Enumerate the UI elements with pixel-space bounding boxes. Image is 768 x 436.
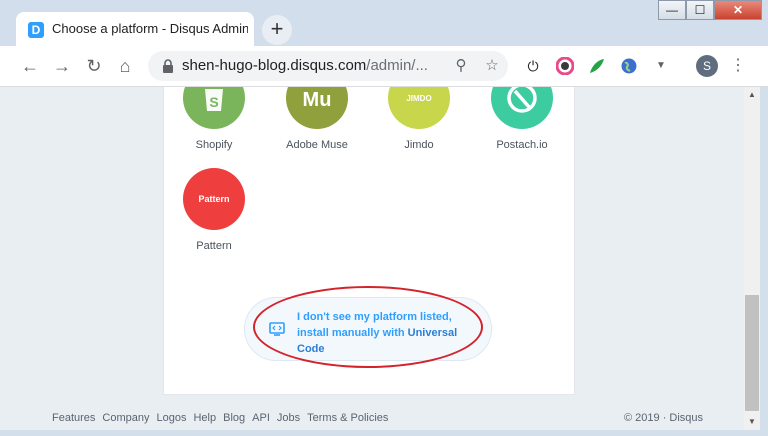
footer-link-help[interactable]: Help (193, 412, 216, 424)
leaf-extension-icon[interactable] (588, 57, 606, 75)
platform-shopify[interactable]: S Shopify (169, 87, 259, 151)
tab-title: Choose a platform - Disqus Admin (52, 21, 248, 36)
url-text: shen-hugo-blog.disqus.com/admin/... (182, 57, 444, 74)
address-bar[interactable]: shen-hugo-blog.disqus.com/admin/... ⚲ ☆ (148, 51, 508, 81)
extensions-dropdown-icon[interactable]: ▼ (652, 57, 670, 75)
close-window-button[interactable]: ✕ (714, 0, 762, 20)
tab-active[interactable]: D Choose a platform - Disqus Admin (16, 12, 254, 46)
browser-window: D Choose a platform - Disqus Admin + — ☐… (0, 0, 768, 436)
svg-text:Pattern: Pattern (198, 194, 229, 204)
window-frame-bottom (0, 430, 768, 436)
globe-extension-icon[interactable] (620, 57, 638, 75)
lock-icon (163, 59, 173, 73)
power-extension-icon[interactable]: ⏻ (524, 57, 542, 75)
platform-label: Adobe Muse (286, 139, 348, 151)
minimize-button[interactable]: — (658, 0, 686, 20)
footer-links: Features Company Logos Help Blog API Jobs Terms… (52, 412, 395, 424)
scrollbar-thumb[interactable] (745, 295, 759, 411)
footer-link-logos[interactable]: Logos (157, 412, 187, 424)
scroll-up-arrow-icon[interactable]: ▲ (744, 87, 760, 103)
footer-link-blog[interactable]: Blog (223, 412, 245, 424)
footer-copyright: © 2019 · Disqus (624, 412, 704, 424)
profile-avatar[interactable]: S (696, 55, 718, 77)
reload-icon[interactable]: ↻ (82, 54, 106, 78)
svg-text:Mu: Mu (303, 89, 332, 111)
adobe-muse-logo-icon: Mu (286, 87, 348, 129)
url-path: /admin/... (366, 57, 428, 74)
maximize-button[interactable]: ☐ (686, 0, 714, 20)
back-arrow-icon[interactable]: ← (18, 54, 42, 78)
home-icon[interactable]: ⌂ (113, 54, 137, 78)
window-frame-right (760, 87, 768, 436)
footer-link-features[interactable]: Features (52, 412, 95, 424)
url-host: shen-hugo-blog.disqus.com (182, 57, 367, 74)
svg-text:JIMDO: JIMDO (406, 94, 431, 103)
disqus-favicon-icon: D (28, 22, 44, 38)
scroll-down-arrow-icon[interactable]: ▼ (744, 414, 760, 430)
vertical-scrollbar[interactable]: ▲ ▼ (744, 87, 760, 430)
pattern-logo-icon: Pattern (183, 168, 245, 230)
tab-strip: D Choose a platform - Disqus Admin + — ☐… (0, 0, 768, 47)
color-extension-icon[interactable] (555, 56, 575, 76)
forward-arrow-icon[interactable]: → (50, 54, 74, 78)
jimdo-logo-icon: JIMDO (388, 87, 450, 129)
footer-link-terms[interactable]: Terms & Policies (307, 412, 388, 424)
red-annotation-ellipse (253, 286, 483, 368)
platform-pattern[interactable]: Pattern Pattern (169, 168, 259, 252)
footer-link-company[interactable]: Company (102, 412, 149, 424)
shopify-logo-icon: S (183, 87, 245, 129)
new-tab-button[interactable]: + (262, 15, 292, 45)
platform-jimdo[interactable]: JIMDO Jimdo (374, 87, 464, 151)
bookmark-star-icon[interactable]: ☆ (483, 57, 501, 75)
zoom-icon[interactable]: ⚲ (452, 57, 470, 75)
browser-toolbar: ← → ↻ ⌂ shen-hugo-blog.disqus.com/admin/… (0, 46, 768, 87)
svg-text:S: S (209, 94, 218, 110)
page-viewport: S Shopify Mu Adobe Muse JIMDO Jimdo Post… (0, 87, 744, 430)
footer-link-api[interactable]: API (252, 412, 270, 424)
platform-adobe-muse[interactable]: Mu Adobe Muse (272, 87, 362, 151)
postach-logo-icon (491, 87, 553, 129)
platform-label: Jimdo (404, 139, 434, 151)
platform-label: Shopify (195, 139, 233, 151)
platform-label: Postach.io (496, 139, 548, 151)
footer-link-jobs[interactable]: Jobs (277, 412, 300, 424)
menu-kebab-icon[interactable]: ⋮ (729, 57, 747, 75)
platform-label: Pattern (196, 240, 232, 252)
platform-postach[interactable]: Postach.io (477, 87, 567, 151)
